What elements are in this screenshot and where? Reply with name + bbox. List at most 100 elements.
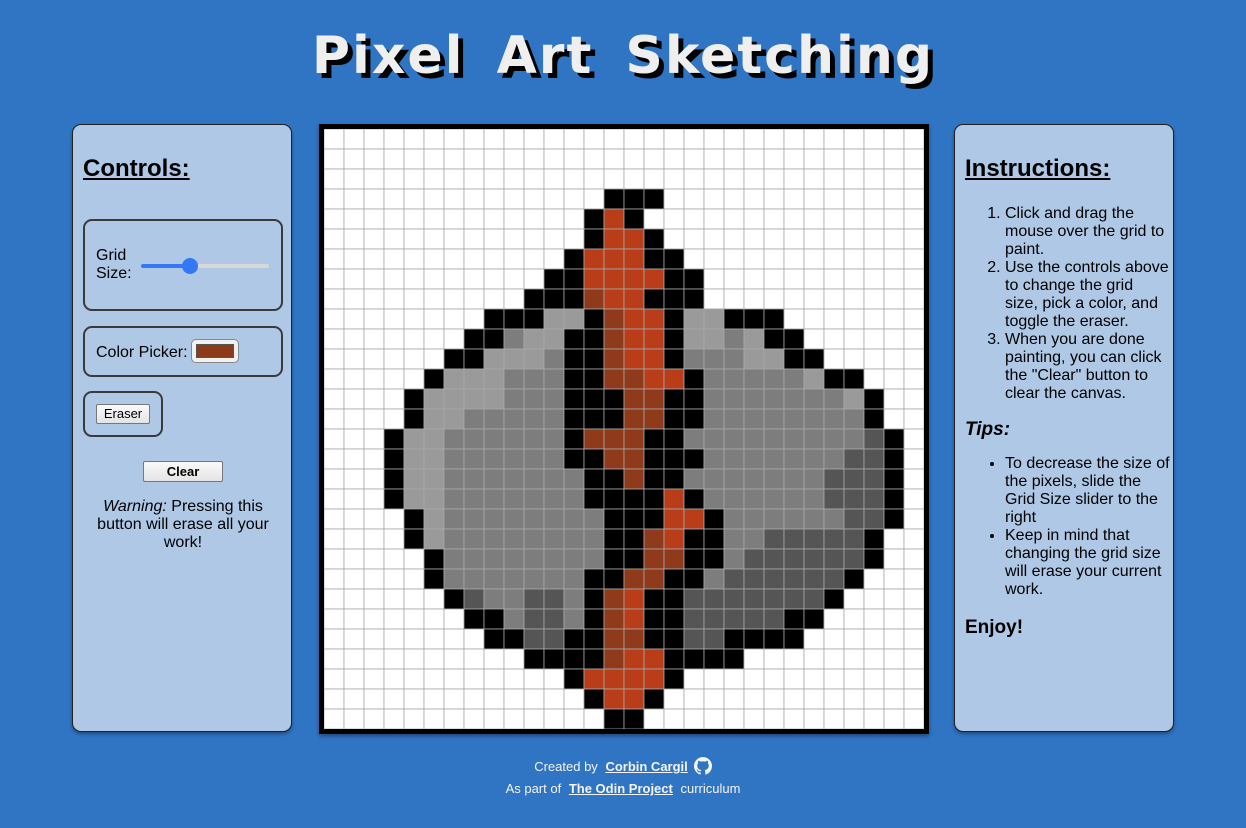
- grid-pixel[interactable]: [463, 208, 485, 230]
- grid-pixel[interactable]: [343, 328, 365, 350]
- grid-pixel[interactable]: [783, 548, 805, 570]
- grid-pixel[interactable]: [363, 408, 385, 430]
- grid-pixel[interactable]: [723, 548, 745, 570]
- grid-pixel[interactable]: [503, 208, 525, 230]
- grid-pixel[interactable]: [543, 148, 565, 170]
- grid-pixel[interactable]: [663, 468, 685, 490]
- grid-pixel[interactable]: [763, 129, 785, 150]
- grid-pixel[interactable]: [343, 288, 365, 310]
- grid-pixel[interactable]: [823, 388, 845, 410]
- grid-pixel[interactable]: [503, 688, 525, 710]
- grid-pixel[interactable]: [443, 408, 465, 430]
- grid-pixel[interactable]: [523, 448, 545, 470]
- grid-pixel[interactable]: [403, 428, 425, 450]
- grid-pixel[interactable]: [583, 148, 605, 170]
- grid-pixel[interactable]: [863, 688, 885, 710]
- grid-pixel[interactable]: [343, 308, 365, 330]
- grid-pixel[interactable]: [843, 129, 865, 150]
- grid-pixel[interactable]: [623, 628, 645, 650]
- grid-pixel[interactable]: [623, 348, 645, 370]
- grid-pixel[interactable]: [823, 568, 845, 590]
- grid-pixel[interactable]: [443, 168, 465, 190]
- grid-pixel[interactable]: [503, 348, 525, 370]
- grid-pixel[interactable]: [623, 448, 645, 470]
- grid-pixel[interactable]: [363, 268, 385, 290]
- grid-pixel[interactable]: [763, 588, 785, 610]
- grid-pixel[interactable]: [643, 468, 665, 490]
- grid-pixel[interactable]: [843, 148, 865, 170]
- grid-pixel[interactable]: [683, 308, 705, 330]
- grid-pixel[interactable]: [403, 548, 425, 570]
- grid-pixel[interactable]: [324, 688, 345, 710]
- grid-pixel[interactable]: [643, 368, 665, 390]
- grid-pixel[interactable]: [883, 428, 905, 450]
- grid-pixel[interactable]: [343, 368, 365, 390]
- grid-pixel[interactable]: [883, 248, 905, 270]
- grid-pixel[interactable]: [683, 168, 705, 190]
- grid-pixel[interactable]: [603, 208, 625, 230]
- grid-pixel[interactable]: [443, 188, 465, 210]
- grid-pixel[interactable]: [324, 368, 345, 390]
- grid-pixel[interactable]: [723, 129, 745, 150]
- grid-pixel[interactable]: [703, 228, 725, 250]
- grid-pixel[interactable]: [403, 248, 425, 270]
- grid-pixel[interactable]: [643, 408, 665, 430]
- grid-pixel[interactable]: [523, 368, 545, 390]
- grid-pixel[interactable]: [443, 508, 465, 530]
- grid-pixel[interactable]: [343, 468, 365, 490]
- grid-pixel[interactable]: [743, 608, 765, 630]
- grid-pixel[interactable]: [903, 208, 924, 230]
- grid-pixel[interactable]: [383, 129, 405, 150]
- grid-pixel[interactable]: [723, 408, 745, 430]
- grid-pixel[interactable]: [503, 628, 525, 650]
- grid-pixel[interactable]: [703, 288, 725, 310]
- grid-pixel[interactable]: [903, 488, 924, 510]
- grid-pixel[interactable]: [723, 288, 745, 310]
- grid-pixel[interactable]: [403, 528, 425, 550]
- grid-pixel[interactable]: [523, 348, 545, 370]
- grid-pixel[interactable]: [443, 468, 465, 490]
- grid-pixel[interactable]: [663, 188, 685, 210]
- grid-pixel[interactable]: [383, 428, 405, 450]
- grid-pixel[interactable]: [723, 568, 745, 590]
- grid-pixel[interactable]: [483, 129, 505, 150]
- grid-pixel[interactable]: [324, 448, 345, 470]
- grid-pixel[interactable]: [883, 188, 905, 210]
- grid-pixel[interactable]: [723, 468, 745, 490]
- grid-pixel[interactable]: [403, 168, 425, 190]
- grid-pixel[interactable]: [903, 608, 924, 630]
- grid-pixel[interactable]: [843, 508, 865, 530]
- grid-pixel[interactable]: [823, 188, 845, 210]
- grid-pixel[interactable]: [883, 288, 905, 310]
- grid-pixel[interactable]: [383, 528, 405, 550]
- grid-pixel[interactable]: [324, 568, 345, 590]
- grid-pixel[interactable]: [803, 308, 825, 330]
- grid-pixel[interactable]: [823, 368, 845, 390]
- grid-pixel[interactable]: [603, 688, 625, 710]
- grid-pixel[interactable]: [743, 228, 765, 250]
- grid-pixel[interactable]: [603, 408, 625, 430]
- grid-pixel[interactable]: [683, 368, 705, 390]
- grid-pixel[interactable]: [343, 448, 365, 470]
- grid-pixel[interactable]: [803, 488, 825, 510]
- grid-pixel[interactable]: [743, 288, 765, 310]
- grid-pixel[interactable]: [423, 448, 445, 470]
- grid-pixel[interactable]: [803, 448, 825, 470]
- grid-pixel[interactable]: [843, 168, 865, 190]
- grid-pixel[interactable]: [483, 568, 505, 590]
- grid-pixel[interactable]: [623, 308, 645, 330]
- grid-pixel[interactable]: [583, 668, 605, 690]
- grid-pixel[interactable]: [883, 548, 905, 570]
- grid-pixel[interactable]: [703, 628, 725, 650]
- grid-pixel[interactable]: [663, 648, 685, 670]
- grid-pixel[interactable]: [843, 268, 865, 290]
- grid-pixel[interactable]: [603, 708, 625, 729]
- grid-pixel[interactable]: [363, 388, 385, 410]
- grid-pixel[interactable]: [603, 188, 625, 210]
- grid-pixel[interactable]: [743, 568, 765, 590]
- grid-pixel[interactable]: [803, 708, 825, 729]
- grid-pixel[interactable]: [403, 208, 425, 230]
- grid-pixel[interactable]: [363, 188, 385, 210]
- grid-pixel[interactable]: [563, 608, 585, 630]
- grid-pixel[interactable]: [523, 608, 545, 630]
